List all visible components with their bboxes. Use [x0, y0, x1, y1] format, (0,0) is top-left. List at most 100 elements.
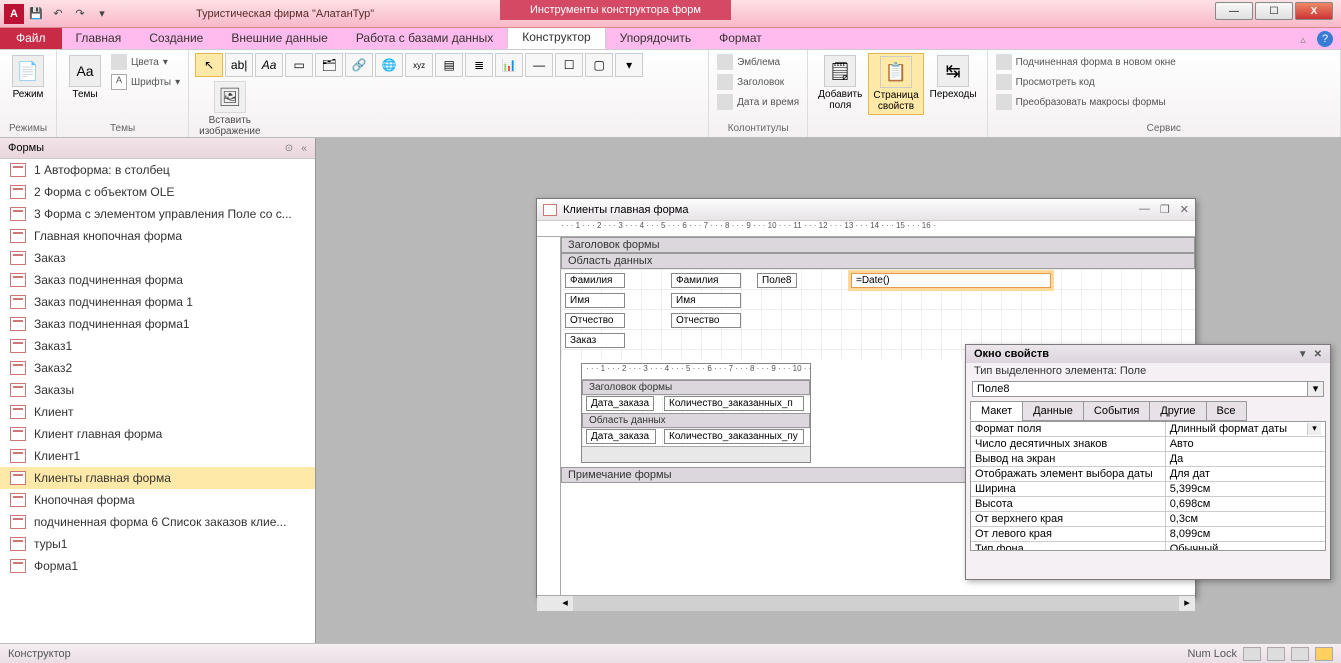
minimize-button[interactable]: —: [1215, 2, 1253, 20]
property-value[interactable]: Да: [1166, 452, 1325, 466]
tab-file[interactable]: Файл: [0, 27, 62, 49]
nav-item[interactable]: Клиент: [0, 401, 315, 423]
property-row[interactable]: От левого края8,099см: [971, 527, 1325, 542]
tab-home[interactable]: Главная: [62, 27, 136, 49]
property-sheet-title[interactable]: Окно свойств ▼✕: [966, 345, 1330, 363]
form-scrollbar[interactable]: ◂▸: [537, 595, 1195, 611]
property-value[interactable]: Авто: [1166, 437, 1325, 451]
more-controls-icon[interactable]: ▾: [615, 53, 643, 77]
textbox-tool-icon[interactable]: ab|: [225, 53, 253, 77]
toggle-tool-icon[interactable]: ☐: [555, 53, 583, 77]
nav-item[interactable]: 2 Форма с объектом OLE: [0, 181, 315, 203]
nav-item[interactable]: Заказ подчиненная форма 1: [0, 291, 315, 313]
nav-item[interactable]: Заказ2: [0, 357, 315, 379]
form-close-icon[interactable]: ✕: [1180, 203, 1189, 216]
nav-item[interactable]: Клиенты главная форма: [0, 467, 315, 489]
button-tool-icon[interactable]: ▭: [285, 53, 313, 77]
property-row[interactable]: Отображать элемент выбора датыДля дат: [971, 467, 1325, 482]
label-order[interactable]: Заказ: [565, 333, 625, 348]
view-design-icon[interactable]: [1315, 647, 1333, 661]
fonts-button[interactable]: AШрифты ▾: [109, 73, 182, 91]
nav-dropdown-icon[interactable]: ⊙ «: [285, 143, 307, 154]
minimize-ribbon-icon[interactable]: ▵: [1295, 31, 1311, 47]
subform-header-col1[interactable]: Дата_заказа: [586, 396, 654, 411]
subform-section-header[interactable]: Заголовок формы: [582, 380, 810, 395]
tab-order-button[interactable]: ↹ Переходы: [926, 53, 981, 102]
nav-item[interactable]: Клиент главная форма: [0, 423, 315, 445]
help-icon[interactable]: ?: [1317, 31, 1333, 47]
property-value[interactable]: Обычный: [1166, 542, 1325, 551]
property-value-dropdown-icon[interactable]: ▾: [1307, 423, 1321, 435]
title-button[interactable]: Заголовок: [715, 73, 801, 91]
close-button[interactable]: X: [1295, 2, 1333, 20]
access-app-icon[interactable]: A: [4, 4, 24, 24]
label-firstname[interactable]: Имя: [565, 293, 625, 308]
nav-tool-icon[interactable]: xyz: [405, 53, 433, 77]
property-value[interactable]: Для дат: [1166, 467, 1325, 481]
property-row[interactable]: Формат поляДлинный формат даты▾: [971, 422, 1325, 437]
datetime-button[interactable]: Дата и время: [715, 93, 801, 111]
property-tab[interactable]: Другие: [1149, 401, 1206, 421]
listbox-tool-icon[interactable]: ≣: [465, 53, 493, 77]
tab-tool-icon[interactable]: 🗂: [315, 53, 343, 77]
subform-ctrl-col2[interactable]: Количество_заказанных_пу: [664, 429, 804, 444]
tab-arrange[interactable]: Упорядочить: [606, 27, 705, 49]
property-row[interactable]: Вывод на экранДа: [971, 452, 1325, 467]
nav-header[interactable]: Формы ⊙ «: [0, 138, 315, 159]
view-layout-icon[interactable]: [1291, 647, 1309, 661]
web-tool-icon[interactable]: 🌐: [375, 53, 403, 77]
property-object-input[interactable]: [972, 381, 1308, 397]
prop-dropdown-icon[interactable]: ▼: [1298, 349, 1308, 360]
property-object-dropdown-icon[interactable]: ▾: [1308, 381, 1324, 397]
nav-item[interactable]: Кнопочная форма: [0, 489, 315, 511]
line-tool-icon[interactable]: —: [525, 53, 553, 77]
property-row[interactable]: Ширина5,399см: [971, 482, 1325, 497]
property-tab[interactable]: Данные: [1022, 401, 1084, 421]
colors-button[interactable]: Цвета ▾: [109, 53, 182, 71]
form-window-titlebar[interactable]: Клиенты главная форма — ❐ ✕: [537, 199, 1195, 221]
tab-external-data[interactable]: Внешние данные: [217, 27, 342, 49]
label-tool-icon[interactable]: Aa: [255, 53, 283, 77]
property-tab[interactable]: События: [1083, 401, 1150, 421]
nav-item[interactable]: Заказ: [0, 247, 315, 269]
convert-macros-button[interactable]: Преобразовать макросы формы: [994, 93, 1178, 111]
emblem-button[interactable]: Эмблема: [715, 53, 801, 71]
subform-ctrl-col1[interactable]: Дата_заказа: [586, 429, 656, 444]
combobox-tool-icon[interactable]: ▤: [435, 53, 463, 77]
tab-design[interactable]: Конструктор: [507, 25, 605, 49]
hyperlink-tool-icon[interactable]: 🔗: [345, 53, 373, 77]
textbox-lastname[interactable]: Фамилия: [671, 273, 741, 288]
view-form-icon[interactable]: [1243, 647, 1261, 661]
tab-database-tools[interactable]: Работа с базами данных: [342, 27, 507, 49]
subform-header-col2[interactable]: Количество_заказанных_п: [664, 396, 804, 411]
property-value[interactable]: Длинный формат даты▾: [1166, 422, 1325, 436]
label-middlename[interactable]: Отчество: [565, 313, 625, 328]
nav-item[interactable]: 1 Автоформа: в столбец: [0, 159, 315, 181]
property-row[interactable]: Число десятичных знаковАвто: [971, 437, 1325, 452]
property-row[interactable]: Высота0,698см: [971, 497, 1325, 512]
nav-item[interactable]: Форма1: [0, 555, 315, 577]
nav-item[interactable]: Главная кнопочная форма: [0, 225, 315, 247]
section-form-header[interactable]: Заголовок формы: [561, 237, 1195, 253]
view-mode-button[interactable]: 📄 Режим: [6, 53, 50, 102]
section-detail[interactable]: Область данных: [561, 253, 1195, 269]
nav-item[interactable]: подчиненная форма 6 Список заказов клие.…: [0, 511, 315, 533]
subform-section-detail[interactable]: Область данных: [582, 413, 810, 428]
tab-create[interactable]: Создание: [135, 27, 217, 49]
form-restore-icon[interactable]: ❐: [1160, 203, 1170, 216]
subform-scrollbar[interactable]: [582, 446, 810, 462]
add-fields-button[interactable]: 🗒 Добавить поля: [814, 53, 866, 113]
prop-close-icon[interactable]: ✕: [1314, 349, 1322, 360]
rect-tool-icon[interactable]: ▢: [585, 53, 613, 77]
undo-icon[interactable]: ↶: [48, 4, 68, 24]
insert-image-button[interactable]: 🖼 Вставить изображение: [195, 79, 264, 139]
subform-new-window-button[interactable]: Подчиненная форма в новом окне: [994, 53, 1178, 71]
label-lastname[interactable]: Фамилия: [565, 273, 625, 288]
subform-container[interactable]: · · · 1 · · · 2 · · · 3 · · · 4 · · · 5 …: [581, 363, 811, 463]
property-sheet-button[interactable]: 📋 Страница свойств: [868, 53, 923, 115]
select-tool-icon[interactable]: ↖: [195, 53, 223, 77]
nav-item[interactable]: Заказ подчиненная форма: [0, 269, 315, 291]
property-row[interactable]: Тип фонаОбычный: [971, 542, 1325, 551]
save-icon[interactable]: 💾: [26, 4, 46, 24]
property-tab[interactable]: Все: [1206, 401, 1247, 421]
